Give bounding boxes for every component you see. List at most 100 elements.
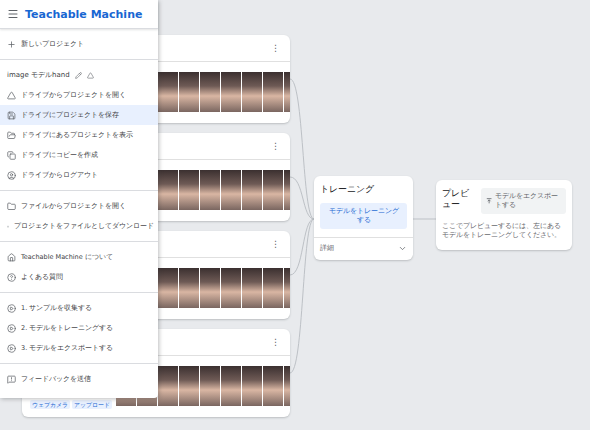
play-icon — [7, 324, 16, 333]
sample-thumbnail[interactable] — [284, 366, 290, 406]
menu-section: Teachable Machine についてよくある質問 — [0, 242, 158, 293]
sample-thumbnail[interactable] — [179, 170, 199, 210]
menu-item[interactable]: ドライブにプロジェクトを保存 — [0, 105, 158, 125]
menu-item-label: よくある質問 — [21, 273, 63, 282]
sample-thumbnail[interactable] — [263, 72, 283, 112]
source-button[interactable]: ウェブカメラ — [30, 400, 70, 409]
menu-item-label: ドライブにあるプロジェクトを表示 — [21, 131, 133, 140]
sample-thumbnail[interactable] — [221, 366, 241, 406]
project-title: image モデルhand — [0, 65, 158, 85]
menu-item-label: フィードバックを送信 — [21, 375, 91, 384]
sample-thumbnail[interactable] — [158, 366, 178, 406]
menu-item-label: Teachable Machine について — [21, 253, 113, 262]
sample-thumbnail[interactable] — [200, 268, 220, 308]
drive-icon — [7, 91, 16, 100]
copy-icon — [7, 151, 16, 160]
sample-thumbnail[interactable] — [200, 366, 220, 406]
menu-section: ファイルからプロジェクトを開くプロジェクトをファイルとしてダウンロード — [0, 191, 158, 242]
sample-thumbnail[interactable] — [284, 268, 290, 308]
sample-thumbnail[interactable] — [284, 72, 290, 112]
sample-thumbnail[interactable] — [158, 72, 178, 112]
train-button[interactable]: モデルをトレーニングする — [320, 203, 407, 229]
menu-item[interactable]: 1. サンプルを収集する — [0, 298, 158, 318]
details-label: 詳細 — [320, 244, 334, 253]
side-menu: Teachable Machine 新しいプロジェクト image モデルhand ド… — [0, 0, 158, 398]
sample-sources: ウェブカメラアップロード — [30, 400, 110, 409]
menu-item-label: 3. モデルをエクスポートする — [21, 344, 113, 353]
menu-item-label: 2. モデルをトレーニングする — [21, 324, 113, 333]
menu-item-label: ドライブからプロジェクトを開く — [21, 91, 126, 100]
export-icon — [486, 197, 492, 205]
sample-thumbnail[interactable] — [158, 170, 178, 210]
class-menu-button[interactable]: ⋮ — [271, 142, 280, 151]
sample-thumbnail[interactable] — [242, 72, 262, 112]
menu-item-label: ファイルからプロジェクトを開く — [21, 202, 126, 211]
menu-item-label: プロジェクトをファイルとしてダウンロード — [14, 222, 154, 231]
save-icon — [7, 111, 16, 120]
menu-item[interactable]: Teachable Machine について — [0, 247, 158, 267]
play-icon — [7, 344, 16, 353]
menu-item[interactable]: ドライブからログアウト — [0, 165, 158, 185]
drive-icon — [87, 72, 94, 79]
menu-section: フィードバックを送信 — [0, 364, 158, 394]
sample-thumbnail[interactable] — [179, 72, 199, 112]
menu-item[interactable]: 2. モデルをトレーニングする — [0, 318, 158, 338]
sample-thumbnail[interactable] — [179, 268, 199, 308]
menu-section: image モデルhand ドライブからプロジェクトを開くドライブにプロジェクトを… — [0, 60, 158, 191]
sample-thumbnail[interactable] — [284, 170, 290, 210]
sample-thumbnail[interactable] — [263, 268, 283, 308]
sample-thumbnail[interactable] — [263, 366, 283, 406]
sample-thumbnail[interactable] — [179, 366, 199, 406]
download-icon — [7, 222, 9, 231]
menu-item[interactable]: 新しいプロジェクト — [0, 34, 158, 54]
preview-title: プレビュー — [442, 188, 476, 210]
sample-thumbnail[interactable] — [221, 72, 241, 112]
hamburger-icon[interactable] — [7, 8, 19, 20]
sample-thumbnail[interactable] — [221, 268, 241, 308]
sample-thumbnail[interactable] — [242, 268, 262, 308]
menu-item-label: 新しいプロジェクト — [21, 40, 84, 49]
chevron-down-icon — [398, 244, 407, 253]
menu-item-label: 1. サンプルを収集する — [21, 304, 92, 313]
app-bar: Teachable Machine — [0, 0, 158, 29]
menu-item[interactable]: 3. モデルをエクスポートする — [0, 338, 158, 358]
menu-item-label: ドライブにプロジェクトを保存 — [21, 111, 119, 120]
source-button[interactable]: アップロード — [72, 400, 112, 409]
menu-section: 1. サンプルを収集する 2. モデルをトレーニングする 3. モデルをエクスポート… — [0, 293, 158, 364]
sample-thumbnail[interactable] — [221, 170, 241, 210]
sample-thumbnail[interactable] — [200, 170, 220, 210]
sample-thumbnail[interactable] — [242, 366, 262, 406]
sample-thumbnail[interactable] — [200, 72, 220, 112]
plus-icon — [7, 40, 16, 49]
training-card: トレーニングモデルをトレーニングする詳細 — [314, 176, 413, 260]
menu-item[interactable]: フィードバックを送信 — [0, 369, 158, 389]
preview-card: プレビュー モデルをエクスポートするここでプレビューするには、左にあるモデルをトレ… — [436, 180, 572, 250]
class-menu-button[interactable]: ⋮ — [271, 44, 280, 53]
class-menu-button[interactable]: ⋮ — [271, 338, 280, 347]
preview-hint: ここでプレビューするには、左にあるモデルをトレーニングしてください。 — [436, 214, 572, 251]
menu-item[interactable]: ドライブにあるプロジェクトを表示 — [0, 125, 158, 145]
folder-icon — [7, 202, 16, 211]
menu-item[interactable]: ファイルからプロジェクトを開く — [0, 196, 158, 216]
export-label: モデルをエクスポートする — [495, 192, 561, 210]
folder-icon — [7, 131, 16, 140]
account-icon — [7, 171, 16, 180]
menu-item[interactable]: よくある質問 — [0, 267, 158, 287]
class-menu-button[interactable]: ⋮ — [271, 240, 280, 249]
export-button[interactable]: モデルをエクスポートする — [481, 188, 566, 214]
canvas: ⋮⋮⋮⋮ウェブカメラアップロードトレーニングモデルをトレーニングする詳細プレビュ… — [0, 0, 590, 430]
app-title: Teachable Machine — [25, 8, 142, 21]
menu-item[interactable]: ドライブにコピーを作成 — [0, 145, 158, 165]
home-icon — [7, 253, 16, 262]
menu-item-label: ドライブからログアウト — [21, 171, 98, 180]
menu-item[interactable]: ドライブからプロジェクトを開く — [0, 85, 158, 105]
sample-thumbnail[interactable] — [158, 268, 178, 308]
project-name: image モデルhand — [7, 70, 70, 80]
sample-thumbnail[interactable] — [263, 170, 283, 210]
menu-item-label: ドライブにコピーを作成 — [21, 151, 98, 160]
pencil-icon[interactable] — [75, 72, 82, 79]
details-toggle[interactable]: 詳細 — [314, 237, 413, 260]
help-icon — [7, 273, 16, 282]
menu-item[interactable]: プロジェクトをファイルとしてダウンロード — [0, 216, 158, 236]
sample-thumbnail[interactable] — [242, 170, 262, 210]
